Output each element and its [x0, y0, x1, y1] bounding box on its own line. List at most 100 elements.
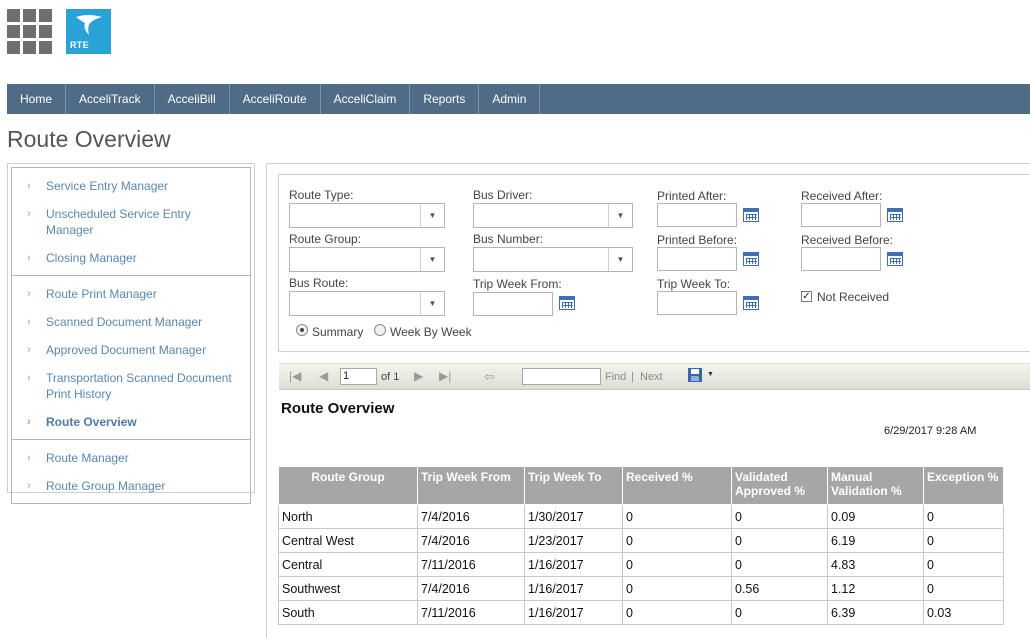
- printed-after-input[interactable]: [657, 203, 737, 227]
- summary-radio[interactable]: [296, 324, 308, 336]
- route-group-select[interactable]: ▼: [289, 247, 445, 272]
- route-type-select[interactable]: ▼: [289, 203, 445, 228]
- chevron-right-icon: ›: [27, 180, 31, 192]
- table-cell: 1/16/2017: [524, 600, 623, 625]
- find-link[interactable]: Find: [605, 371, 626, 383]
- table-cell: 7/4/2016: [417, 576, 525, 601]
- table-cell: 1/16/2017: [524, 552, 623, 577]
- page-number-input[interactable]: 1: [340, 368, 377, 385]
- sidebar-item-service-entry-manager[interactable]: › Service Entry Manager: [12, 172, 250, 200]
- nav-acceliroute[interactable]: AcceliRoute: [230, 84, 321, 114]
- received-before-label: Received Before:: [801, 233, 894, 247]
- dropdown-arrow-icon: ▼: [608, 204, 632, 227]
- calendar-icon[interactable]: [743, 208, 759, 222]
- back-arrow-icon[interactable]: ⇦: [484, 369, 495, 385]
- sidebar-item-route-manager[interactable]: › Route Manager: [12, 444, 250, 472]
- column-header[interactable]: Route Group: [278, 466, 418, 505]
- calendar-icon[interactable]: [887, 208, 903, 222]
- calendar-icon[interactable]: [743, 296, 759, 310]
- received-before-input[interactable]: [801, 247, 881, 271]
- column-header[interactable]: Manual Validation %: [827, 466, 924, 505]
- save-disk-icon[interactable]: [687, 367, 703, 386]
- table-cell: 0: [622, 528, 732, 553]
- table-cell: 0.03: [923, 600, 1004, 625]
- sidebar-item-label: Service Entry Manager: [46, 179, 169, 193]
- sidebar-item-label: Unscheduled Service Entry Manager: [46, 207, 191, 237]
- chevron-right-icon: ›: [27, 416, 31, 428]
- next-link[interactable]: Next: [640, 371, 663, 383]
- calendar-icon[interactable]: [743, 252, 759, 266]
- nav-accelibill[interactable]: AcceliBill: [155, 84, 230, 114]
- export-dropdown-icon[interactable]: ▼: [707, 371, 714, 378]
- column-header[interactable]: Validated Approved %: [731, 466, 828, 505]
- column-header[interactable]: Trip Week To: [524, 466, 623, 505]
- sidebar-item-unscheduled-service-entry-manager[interactable]: › Unscheduled Service Entry Manager: [12, 200, 250, 244]
- table-cell: 0: [622, 552, 732, 577]
- bus-driver-label: Bus Driver:: [473, 188, 533, 202]
- sidebar-item-approved-document-manager[interactable]: › Approved Document Manager: [12, 336, 250, 364]
- received-after-input[interactable]: [801, 203, 881, 227]
- nav-admin[interactable]: Admin: [479, 84, 541, 114]
- main-nav: Home AcceliTrack AcceliBill AcceliRoute …: [7, 84, 1030, 114]
- table-cell: 0: [731, 504, 828, 529]
- table-cell: 0: [622, 504, 732, 529]
- rte-logo[interactable]: RTE: [66, 9, 111, 54]
- week-by-week-label: Week By Week: [390, 325, 472, 339]
- table-row: Southwest 7/4/2016 1/16/2017 0 0.56 1.12…: [278, 576, 1004, 601]
- nav-reports[interactable]: Reports: [410, 84, 480, 114]
- nav-accelitrack[interactable]: AcceliTrack: [66, 84, 155, 114]
- sidebar-panel: › Service Entry Manager › Unscheduled Serv…: [7, 163, 255, 504]
- table-cell: Central: [278, 552, 418, 577]
- sidebar-group-service: › Service Entry Manager › Unscheduled Serv…: [12, 168, 250, 276]
- chevron-right-icon: ›: [27, 288, 31, 300]
- trip-week-to-label: Trip Week To:: [657, 277, 731, 291]
- table-cell: 0: [622, 576, 732, 601]
- bus-route-label: Bus Route:: [289, 276, 349, 290]
- bus-route-select[interactable]: ▼: [289, 291, 445, 316]
- sidebar-item-scanned-document-manager[interactable]: › Scanned Document Manager: [12, 308, 250, 336]
- find-input[interactable]: [522, 368, 601, 385]
- trip-week-from-input[interactable]: [473, 292, 553, 316]
- bus-number-select[interactable]: ▼: [473, 247, 633, 272]
- week-by-week-radio[interactable]: [374, 324, 386, 336]
- chevron-right-icon: ›: [27, 208, 31, 220]
- previous-page-icon[interactable]: ◀: [319, 369, 328, 383]
- calendar-icon[interactable]: [559, 296, 575, 310]
- sidebar-item-closing-manager[interactable]: › Closing Manager: [12, 244, 250, 272]
- table-cell: 0: [923, 552, 1004, 577]
- printed-before-input[interactable]: [657, 247, 737, 271]
- sidebar-item-label: Approved Document Manager: [46, 343, 207, 357]
- table-cell: Southwest: [278, 576, 418, 601]
- first-page-icon[interactable]: |◀: [289, 369, 301, 383]
- column-header[interactable]: Trip Week From: [417, 466, 525, 505]
- table-cell: 1.12: [827, 576, 924, 601]
- sidebar-item-label: Closing Manager: [46, 251, 137, 265]
- sidebar-item-transportation-scanned-document-print-history[interactable]: › Transportation Scanned Document Print H…: [12, 364, 250, 408]
- nav-acceliclaim[interactable]: AcceliClaim: [321, 84, 411, 114]
- apps-grid-icon[interactable]: [7, 9, 53, 55]
- table-cell: 4.83: [827, 552, 924, 577]
- sidebar-item-route-group-manager[interactable]: › Route Group Manager: [12, 472, 250, 500]
- column-header[interactable]: Received %: [622, 466, 732, 505]
- sidebar-item-label: Route Overview: [46, 415, 137, 429]
- report-toolbar: |◀ ◀ 1 of 1 ▶ ▶| ⇦ Find | Next ▼: [279, 363, 1030, 390]
- logo-text: RTE: [70, 40, 89, 50]
- bus-driver-select[interactable]: ▼: [473, 203, 633, 228]
- nav-home[interactable]: Home: [7, 84, 67, 114]
- sidebar-item-route-overview[interactable]: › Route Overview: [12, 408, 250, 436]
- sidebar-item-label: Route Group Manager: [46, 479, 166, 493]
- sidebar-item-route-print-manager[interactable]: › Route Print Manager: [12, 280, 250, 308]
- not-received-checkbox[interactable]: ✓: [801, 291, 812, 302]
- table-cell: 0: [923, 504, 1004, 529]
- calendar-icon[interactable]: [887, 252, 903, 266]
- table-cell: 7/11/2016: [417, 552, 525, 577]
- trip-week-to-input[interactable]: [657, 291, 737, 315]
- not-received-label: Not Received: [817, 290, 890, 304]
- chevron-right-icon: ›: [27, 316, 31, 328]
- table-cell: 6.39: [827, 600, 924, 625]
- next-page-icon[interactable]: ▶: [414, 369, 423, 383]
- table-cell: 0: [923, 576, 1004, 601]
- last-page-icon[interactable]: ▶|: [439, 369, 451, 383]
- column-header[interactable]: Exception %: [923, 466, 1004, 505]
- bus-number-label: Bus Number:: [473, 232, 544, 246]
